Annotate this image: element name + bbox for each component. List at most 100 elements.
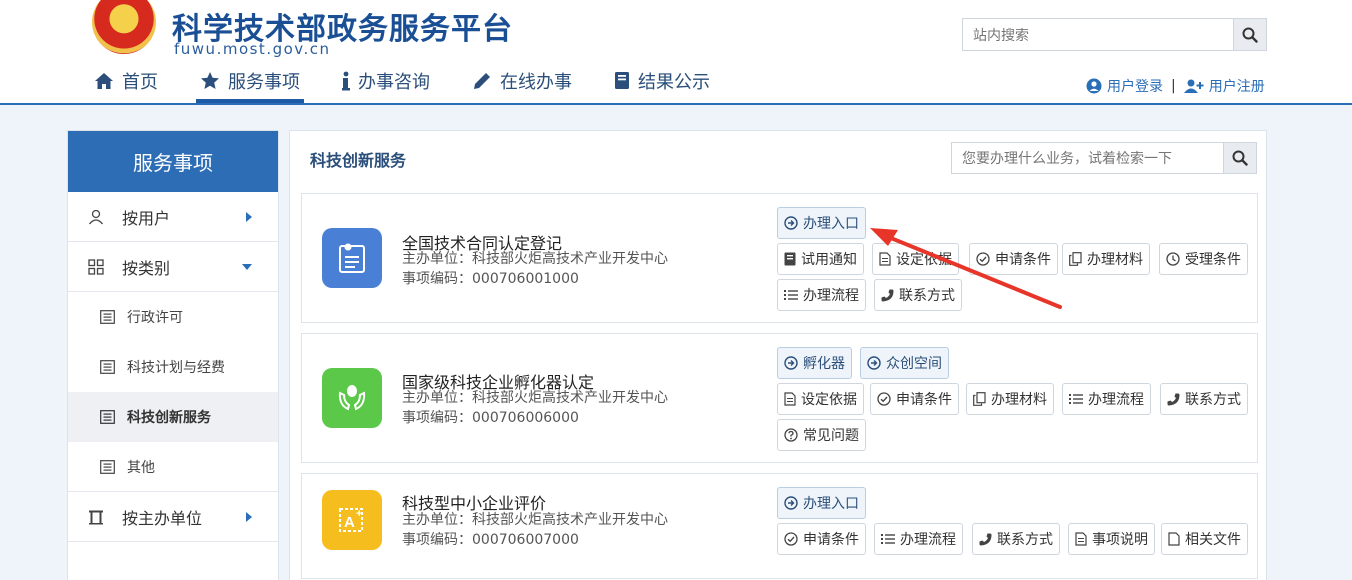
basis-button[interactable]: 设定依据 — [777, 383, 864, 415]
list-bullet-icon — [784, 290, 798, 300]
phone-icon — [979, 533, 992, 545]
arrow-circle-right-icon — [867, 356, 881, 370]
phone-icon — [881, 289, 894, 301]
process-button[interactable]: 办理流程 — [777, 279, 866, 311]
clock-icon — [1166, 252, 1180, 266]
sidebar-title: 服务事项 — [68, 131, 278, 192]
sidebar-sub-innovation[interactable]: 科技创新服务 — [68, 392, 278, 442]
star-icon — [201, 72, 219, 89]
svg-text:+: + — [356, 508, 362, 520]
top-strip — [172, 0, 362, 2]
button-label: 办理流程 — [900, 532, 956, 548]
building-icon — [89, 510, 103, 524]
service-search-input[interactable] — [952, 143, 1223, 173]
login-label: 用户登录 — [1107, 79, 1163, 95]
user-links-separator: | — [1171, 78, 1176, 94]
book-icon — [784, 252, 796, 266]
nav-results-label: 结果公示 — [638, 71, 710, 93]
list-icon — [100, 459, 115, 474]
list-icon — [100, 360, 115, 374]
acceptance-button[interactable]: 受理条件 — [1159, 243, 1248, 275]
service-search-button[interactable] — [1223, 143, 1256, 173]
list-bullet-icon — [1069, 394, 1083, 404]
incubator-entry-button[interactable]: 孵化器 — [777, 347, 852, 379]
nav-results[interactable]: 结果公示 — [610, 62, 714, 103]
grid-icon — [88, 258, 104, 275]
document-icon — [1075, 532, 1087, 546]
entry-button[interactable]: 办理入口 — [777, 207, 866, 239]
button-label: 试用通知 — [801, 252, 857, 268]
nav-online-label: 在线办事 — [500, 71, 572, 93]
sidebar-by-category[interactable]: 按类别 — [68, 242, 278, 292]
button-label: 联系方式 — [997, 532, 1053, 548]
button-label: 联系方式 — [1185, 392, 1241, 408]
entry-button[interactable]: 办理入口 — [777, 487, 866, 519]
phone-icon — [1167, 393, 1180, 405]
site-search-button[interactable] — [1233, 19, 1266, 50]
user-plus-icon — [1183, 79, 1204, 93]
process-button[interactable]: 办理流程 — [874, 523, 963, 555]
check-circle-icon — [784, 532, 798, 546]
materials-button[interactable]: 办理材料 — [966, 383, 1054, 415]
info-icon — [342, 71, 350, 90]
materials-button[interactable]: 办理材料 — [1062, 243, 1150, 275]
check-circle-icon — [877, 392, 891, 406]
pencil-icon — [474, 72, 490, 89]
sidebar-sub-admin-license[interactable]: 行政许可 — [68, 292, 278, 342]
basis-button[interactable]: 设定依据 — [872, 243, 959, 275]
process-button[interactable]: 办理流程 — [1062, 383, 1151, 415]
sidebar-sub-other[interactable]: 其他 — [68, 442, 278, 492]
sidebar-sub-label: 科技计划与经费 — [127, 360, 225, 376]
service-code: 事项编码：000706007000 — [402, 532, 579, 548]
site-search-input[interactable] — [963, 19, 1233, 50]
sidebar-by-unit[interactable]: 按主办单位 — [68, 492, 278, 542]
list-bullet-icon — [881, 534, 895, 544]
nav-consult[interactable]: 办事咨询 — [338, 62, 434, 103]
login-link[interactable]: 用户登录 — [1086, 76, 1163, 96]
maker-space-entry-button[interactable]: 众创空间 — [860, 347, 949, 379]
svg-text:A: A — [344, 514, 355, 531]
nav-online[interactable]: 在线办事 — [468, 62, 576, 103]
contact-button[interactable]: 联系方式 — [874, 279, 962, 311]
service-unit: 主办单位：科技部火炬高技术产业开发中心 — [402, 512, 668, 528]
conditions-button[interactable]: 申请条件 — [969, 243, 1058, 275]
conditions-button[interactable]: 申请条件 — [870, 383, 959, 415]
service-code: 事项编码：000706006000 — [402, 410, 579, 426]
button-label: 申请条件 — [803, 532, 859, 548]
file-icon — [1168, 532, 1180, 546]
related-files-button[interactable]: 相关文件 — [1161, 523, 1248, 555]
grade-a-plus-icon: A + — [322, 490, 382, 550]
list-icon — [100, 310, 115, 324]
conditions-button[interactable]: 申请条件 — [777, 523, 866, 555]
button-label: 办理流程 — [803, 288, 859, 304]
copy-icon — [1069, 252, 1082, 266]
button-label: 设定依据 — [801, 392, 857, 408]
nav-services[interactable]: 服务事项 — [196, 62, 304, 103]
sidebar-sub-label: 其他 — [127, 459, 155, 476]
hands-seedling-icon — [322, 368, 382, 428]
trial-notice-button[interactable]: 试用通知 — [777, 243, 864, 275]
contact-button[interactable]: 联系方式 — [972, 523, 1060, 555]
sidebar-by-unit-label: 按主办单位 — [122, 508, 203, 528]
button-label: 办理材料 — [1087, 252, 1143, 268]
book-icon — [615, 72, 629, 89]
national-emblem-logo — [92, 0, 156, 54]
document-icon — [879, 252, 891, 266]
faq-button[interactable]: 常见问题 — [777, 419, 866, 451]
user-outline-icon — [88, 209, 104, 224]
contact-button[interactable]: 联系方式 — [1160, 383, 1248, 415]
user-links: 用户登录 | 用户注册 — [1086, 76, 1265, 96]
sidebar-by-user[interactable]: 按用户 — [68, 192, 278, 242]
service-unit: 主办单位：科技部火炬高技术产业开发中心 — [402, 390, 668, 406]
list-icon — [100, 410, 115, 424]
copy-icon — [973, 392, 986, 406]
check-circle-icon — [976, 252, 990, 266]
button-label: 受理条件 — [1185, 252, 1241, 268]
sidebar-sub-plan-funding[interactable]: 科技计划与经费 — [68, 342, 278, 392]
button-label: 设定依据 — [896, 252, 952, 268]
entry-label: 孵化器 — [803, 356, 845, 372]
description-button[interactable]: 事项说明 — [1068, 523, 1155, 555]
nav-home[interactable]: 首页 — [90, 62, 162, 103]
certificate-icon — [322, 228, 382, 288]
register-link[interactable]: 用户注册 — [1183, 76, 1265, 96]
